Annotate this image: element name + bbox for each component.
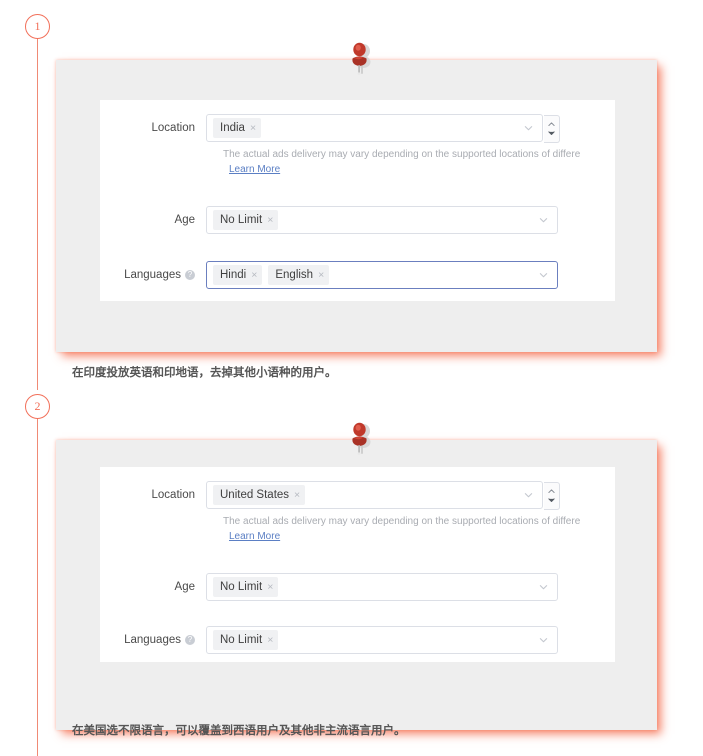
label-age: Age bbox=[174, 581, 195, 593]
field-row-age: Age No Limit × bbox=[100, 573, 558, 601]
form-panel-1: Location India × The actual ads delivery… bbox=[100, 100, 615, 301]
help-circle-icon[interactable]: ? bbox=[185, 270, 195, 280]
chevron-down-icon[interactable] bbox=[539, 216, 548, 225]
label-location: Location bbox=[151, 489, 195, 501]
location-select[interactable]: United States × bbox=[206, 481, 560, 510]
pushpin-icon bbox=[338, 36, 382, 80]
label-languages: Languages? bbox=[100, 626, 206, 654]
tag-label: No Limit bbox=[220, 634, 263, 646]
tag-languages-0[interactable]: No Limit × bbox=[213, 630, 279, 650]
help-circle-icon[interactable]: ? bbox=[185, 635, 195, 645]
tag-remove-icon[interactable]: × bbox=[294, 490, 300, 501]
form-panel-2: Location United States × The actual ads … bbox=[100, 467, 615, 662]
location-select[interactable]: India × bbox=[206, 114, 560, 143]
field-row-languages: Languages? No Limit × bbox=[100, 626, 558, 654]
location-number-spinner[interactable] bbox=[544, 115, 560, 143]
location-note-text: The actual ads delivery may vary dependi… bbox=[223, 516, 581, 527]
field-row-languages: Languages? Hindi × English × bbox=[100, 261, 558, 289]
tag-location-0[interactable]: United States × bbox=[213, 485, 306, 505]
field-row-location: Location United States × bbox=[100, 481, 560, 510]
chevron-down-icon[interactable] bbox=[539, 271, 548, 280]
tag-label: India bbox=[220, 122, 245, 134]
location-helper-note: The actual ads delivery may vary dependi… bbox=[223, 148, 615, 177]
label-age: Age bbox=[174, 214, 195, 226]
tag-languages-1[interactable]: English × bbox=[268, 265, 330, 285]
tag-age-0[interactable]: No Limit × bbox=[213, 210, 279, 230]
timeline-rail-segment-1 bbox=[37, 38, 38, 390]
chevron-down-icon[interactable] bbox=[524, 491, 533, 500]
step-marker-1: 1 bbox=[25, 14, 50, 39]
tag-label: No Limit bbox=[220, 581, 263, 593]
tag-label: United States bbox=[220, 489, 290, 501]
languages-select[interactable]: No Limit × bbox=[206, 626, 558, 654]
tag-remove-icon[interactable]: × bbox=[267, 582, 273, 593]
tag-remove-icon[interactable]: × bbox=[267, 635, 273, 646]
label-languages: Languages? bbox=[100, 261, 206, 289]
caption-1: 在印度投放英语和印地语，去掉其他小语种的用户。 bbox=[72, 365, 337, 379]
languages-select[interactable]: Hindi × English × bbox=[206, 261, 558, 289]
location-helper-note: The actual ads delivery may vary dependi… bbox=[223, 515, 615, 544]
spinner-down-arrow-icon[interactable] bbox=[548, 498, 555, 503]
timeline-rail-segment-2 bbox=[37, 418, 38, 756]
location-number-spinner[interactable] bbox=[544, 482, 560, 510]
tag-label: English bbox=[275, 269, 314, 281]
spinner-up-arrow-icon[interactable] bbox=[548, 122, 555, 127]
caption-2: 在美国选不限语言，可以覆盖到西语用户及其他非主流语言用户。 bbox=[72, 723, 406, 737]
chevron-down-icon[interactable] bbox=[539, 636, 548, 645]
spinner-up-arrow-icon[interactable] bbox=[548, 489, 555, 494]
tag-label: No Limit bbox=[220, 214, 263, 226]
age-select[interactable]: No Limit × bbox=[206, 573, 558, 601]
label-languages-text: Languages bbox=[124, 634, 181, 646]
age-select[interactable]: No Limit × bbox=[206, 206, 558, 234]
field-row-location: Location India × bbox=[100, 114, 560, 143]
learn-more-link[interactable]: Learn More bbox=[229, 530, 615, 544]
tag-label: Hindi bbox=[220, 269, 247, 281]
tag-location-0[interactable]: India × bbox=[213, 118, 262, 138]
pushpin-icon bbox=[338, 416, 382, 460]
chevron-down-icon[interactable] bbox=[524, 124, 533, 133]
tag-languages-0[interactable]: Hindi × bbox=[213, 265, 263, 285]
tag-age-0[interactable]: No Limit × bbox=[213, 577, 279, 597]
location-note-text: The actual ads delivery may vary dependi… bbox=[223, 149, 581, 160]
step-marker-2: 2 bbox=[25, 394, 50, 419]
spinner-down-arrow-icon[interactable] bbox=[548, 131, 555, 136]
chevron-down-icon[interactable] bbox=[539, 583, 548, 592]
learn-more-link[interactable]: Learn More bbox=[229, 163, 615, 177]
tag-remove-icon[interactable]: × bbox=[250, 123, 256, 134]
tag-remove-icon[interactable]: × bbox=[267, 215, 273, 226]
tag-remove-icon[interactable]: × bbox=[251, 270, 257, 281]
label-languages-text: Languages bbox=[124, 269, 181, 281]
field-row-age: Age No Limit × bbox=[100, 206, 558, 234]
annotated-screenshot-page: 1 2 Location India × The actual ads deli… bbox=[0, 0, 703, 756]
tag-remove-icon[interactable]: × bbox=[318, 270, 324, 281]
label-location: Location bbox=[151, 122, 195, 134]
